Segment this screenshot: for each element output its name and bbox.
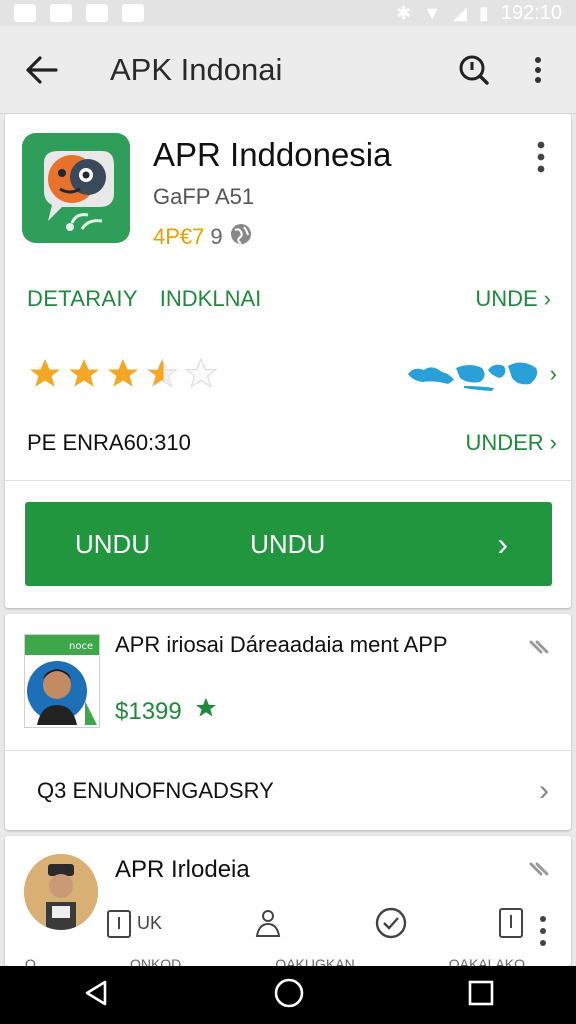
- search-suggestion-text: Q3 ENUNOFNGADSRY: [37, 778, 274, 803]
- overflow-menu-icon[interactable]: [520, 52, 556, 88]
- app-bar: APK Indonai: [0, 26, 576, 114]
- chat-notification-icon: [122, 4, 144, 22]
- nav-recents-icon[interactable]: [467, 979, 495, 1012]
- nav-back-icon[interactable]: [81, 978, 111, 1013]
- app-price-meta: 4P€7: [153, 224, 205, 249]
- clipboard-icon: [107, 910, 131, 938]
- app-bar-title: APK Indonai: [110, 51, 283, 87]
- app-version-meta: 9: [210, 224, 223, 249]
- app-more-icon[interactable]: [533, 140, 549, 174]
- status-bar: ✱ ▼ ◢ ▮ 192:10: [0, 0, 576, 26]
- back-arrow-icon[interactable]: [22, 50, 62, 90]
- camera-notification-icon: [50, 4, 72, 22]
- app-avatar[interactable]: [24, 854, 98, 930]
- pe-row: PE ENRA60:310 UNDER ›: [27, 430, 557, 456]
- star-half-icon: [145, 357, 179, 388]
- install-button-label: UNDU: [75, 528, 151, 559]
- chevron-right-icon: ›: [543, 286, 551, 311]
- divider: [5, 750, 571, 751]
- chevron-right-icon: ›: [497, 525, 508, 562]
- action-label: QAKUGKAN: [275, 956, 355, 966]
- rating-row: ›: [27, 354, 557, 394]
- related-app-card[interactable]: noce APR iriosai Dáreaadaia ment APP $13…: [5, 614, 571, 830]
- app-meta: 4P€7 9: [153, 222, 253, 252]
- nav-home-icon[interactable]: [273, 977, 305, 1014]
- indonesia-map-icon[interactable]: [404, 354, 544, 394]
- second-app-actions: UK: [105, 906, 525, 940]
- details-row: DETARAIY INDKLNAI UNDE ›: [27, 286, 551, 312]
- app-name: APR Inddonesia: [153, 136, 392, 173]
- thumb-label: noce: [69, 641, 93, 652]
- share-icon[interactable]: [527, 858, 551, 882]
- app-developer[interactable]: GaFP A51: [153, 184, 254, 210]
- app-detail-card: APR Inddonesia GaFP A51 4P€7 9 DETARAIY …: [5, 114, 571, 608]
- star-icon: [194, 696, 218, 727]
- linkedin-notification-icon: [14, 4, 36, 22]
- second-app-action-labels: Q ONKOD QAKUGKAN QAKALAKO: [25, 956, 525, 966]
- globe-icon: [229, 222, 253, 252]
- chevron-right-icon[interactable]: ›: [550, 361, 557, 387]
- related-app-thumbnail[interactable]: noce: [24, 634, 100, 728]
- people-icon: [255, 910, 281, 937]
- related-app-price-row: $1399: [115, 696, 218, 727]
- pe-label: PE ENRA60:310: [27, 430, 191, 455]
- action-label: ONKOD: [129, 956, 182, 966]
- search-suggestion-row[interactable]: Q3 ENUNOFNGADSRY ›: [5, 752, 571, 830]
- action-label: QAKALAKO: [448, 956, 525, 966]
- details-more-label: UNDE: [475, 286, 538, 311]
- install-button-label-secondary: UNDU: [250, 528, 326, 559]
- details-label[interactable]: DETARAIY: [27, 286, 138, 312]
- clipboard-action-label: UK: [137, 912, 163, 933]
- app-logo-icon: [22, 133, 130, 243]
- info-action[interactable]: [497, 906, 525, 940]
- second-app-title: APR Irlodeia: [115, 856, 250, 883]
- chevron-right-icon: ›: [539, 774, 549, 807]
- star-empty-icon: [184, 357, 218, 389]
- action-label: Q: [25, 956, 36, 966]
- status-time: 192:10: [500, 1, 562, 24]
- second-app-card[interactable]: APR Irlodeia UK Q ONKOD QAKUGKAN QAKALAK…: [5, 836, 571, 966]
- info-box-icon: [498, 908, 523, 938]
- region-label[interactable]: INDKLNAI: [160, 286, 261, 312]
- clipboard-action[interactable]: UK: [105, 907, 162, 939]
- rating-stars: [27, 356, 219, 392]
- star-full-icon: [108, 359, 138, 387]
- share-icon[interactable]: [527, 636, 551, 660]
- install-button[interactable]: UNDU UNDU ›: [25, 502, 552, 586]
- battery-icon: ▮: [478, 2, 489, 23]
- details-more-link[interactable]: UNDE ›: [475, 286, 551, 312]
- people-action[interactable]: [251, 906, 285, 940]
- bluetooth-icon: ✱: [396, 2, 412, 23]
- image-notification-icon: [86, 4, 108, 22]
- pe-more-link[interactable]: UNDER ›: [465, 430, 557, 456]
- pe-more-label: UNDER: [465, 430, 544, 455]
- checkmark-circle-icon: [375, 907, 407, 939]
- star-full-icon: [69, 359, 99, 387]
- search-icon[interactable]: [456, 52, 492, 88]
- wifi-icon: ▼: [423, 2, 442, 23]
- divider: [5, 480, 571, 481]
- star-full-icon: [30, 359, 60, 387]
- signal-icon: ◢: [453, 2, 467, 23]
- related-app-title: APR iriosai Dáreaadaia ment APP: [115, 632, 448, 657]
- system-nav-bar: [0, 966, 576, 1024]
- related-app-price: $1399: [115, 697, 182, 725]
- verified-action[interactable]: [374, 906, 408, 940]
- chevron-right-icon: ›: [549, 430, 557, 455]
- second-app-more-icon[interactable]: [537, 914, 549, 948]
